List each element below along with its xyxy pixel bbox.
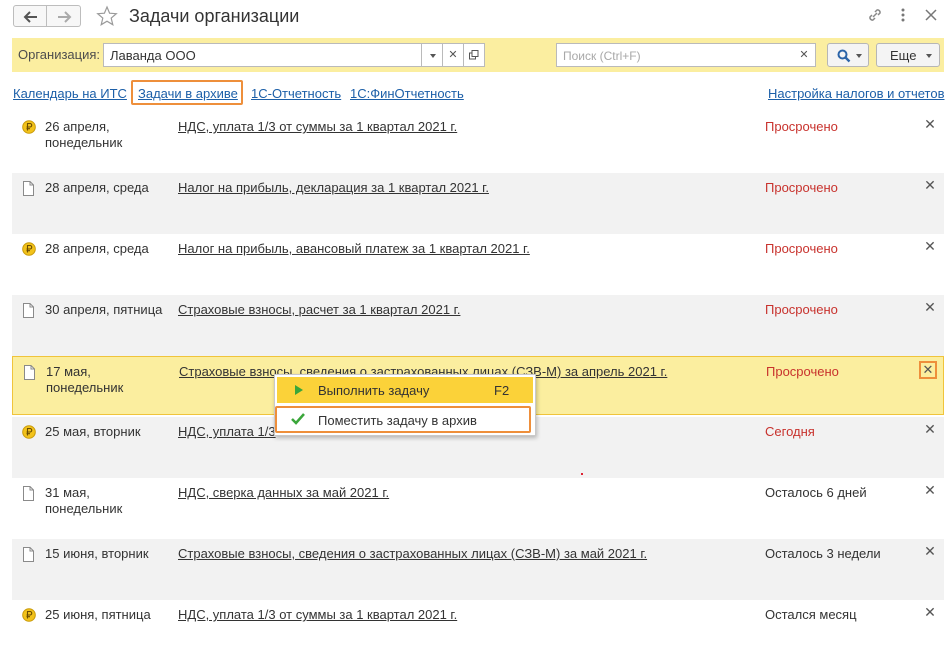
search-button[interactable] [827, 43, 869, 67]
document-icon [23, 365, 36, 383]
arrow-right-icon [58, 11, 72, 23]
more-button-label: Еще [890, 48, 917, 63]
calendar-its-link[interactable]: Календарь на ИТС [13, 86, 127, 101]
play-icon [295, 385, 303, 395]
task-row[interactable]: 15 июня, вторник Страховые взносы, сведен… [12, 539, 944, 600]
page-title: Задачи организации [129, 6, 300, 26]
task-status: Просрочено [766, 364, 839, 379]
task-status: Просрочено [765, 180, 838, 195]
task-link[interactable]: НДС, уплата 1/3 от суммы за 1 квартал 20… [178, 119, 457, 134]
document-icon [22, 486, 35, 504]
forward-button[interactable] [47, 5, 81, 27]
chevron-down-icon [856, 54, 862, 58]
more-menu-icon[interactable] [897, 6, 909, 24]
task-date: 31 мая, понедельник [45, 485, 123, 516]
task-row[interactable]: 28 апреля, среда Налог на прибыль, деклар… [12, 173, 944, 234]
task-link[interactable]: НДС, сверка данных за май 2021 г. [178, 485, 389, 500]
task-date: 25 мая, вторник [45, 424, 141, 439]
ruble-coin-icon [22, 120, 36, 137]
document-icon [22, 303, 35, 321]
archive-link-highlight [131, 80, 243, 105]
dismiss-task-icon[interactable]: ✕ [923, 544, 937, 559]
organization-label: Организация: [18, 47, 101, 62]
task-status: Просрочено [765, 119, 838, 134]
close-icon: ✕ [799, 49, 809, 61]
archive-menu-highlight [275, 406, 531, 433]
dismiss-task-icon[interactable]: ✕ [919, 361, 937, 379]
task-link[interactable]: НДС, уплата 1/3 [178, 424, 276, 439]
search-field[interactable] [556, 43, 816, 67]
execute-task-menu-item[interactable]: Выполнить задачу F2 [277, 377, 533, 403]
task-link[interactable]: Налог на прибыль, декларация за 1 кварта… [178, 180, 489, 195]
more-button[interactable]: Еще [876, 43, 940, 67]
chevron-down-icon [430, 54, 436, 58]
task-date: 30 апреля, пятница [45, 302, 163, 317]
task-date: 25 июня, пятница [45, 607, 151, 622]
task-row[interactable]: 31 мая, понедельник НДС, сверка данных за… [12, 478, 944, 539]
chevron-down-icon [926, 54, 932, 58]
dismiss-task-icon[interactable]: ✕ [923, 483, 937, 498]
arrow-left-icon [23, 11, 37, 23]
ruble-coin-icon [22, 425, 36, 442]
organization-clear-button[interactable]: ✕ [442, 43, 464, 67]
task-date: 17 мая, понедельник [46, 364, 124, 395]
task-status: Осталось 3 недели [765, 546, 881, 561]
open-form-icon [469, 50, 479, 60]
1c-fin-reporting-link[interactable]: 1С:ФинОтчетность [350, 86, 464, 101]
organization-dropdown-button[interactable] [421, 43, 443, 67]
dismiss-task-icon[interactable]: ✕ [923, 300, 937, 315]
document-icon [22, 547, 35, 565]
task-date: 28 апреля, среда [45, 180, 149, 195]
search-clear-button[interactable]: ✕ [793, 43, 816, 67]
search-icon [837, 49, 851, 63]
dismiss-task-icon[interactable]: ✕ [923, 422, 937, 437]
task-link[interactable]: Страховые взносы, расчет за 1 квартал 20… [178, 302, 460, 317]
dismiss-task-icon[interactable]: ✕ [923, 117, 937, 132]
search-input[interactable] [561, 47, 795, 65]
tax-settings-link[interactable]: Настройка налогов и отчетов [768, 86, 944, 101]
task-date: 15 июня, вторник [45, 546, 149, 561]
document-icon [22, 181, 35, 199]
task-status: Осталось 6 дней [765, 485, 867, 500]
dismiss-task-icon[interactable]: ✕ [923, 605, 937, 620]
task-row[interactable]: 30 апреля, пятница Страховые взносы, расч… [12, 295, 944, 356]
1c-reporting-link[interactable]: 1С-Отчетность [251, 86, 341, 101]
ruble-coin-icon [22, 608, 36, 625]
task-status: Просрочено [765, 302, 838, 317]
task-status: Остался месяц [765, 607, 857, 622]
favorite-star-icon[interactable] [96, 5, 118, 27]
filter-panel: Организация: Лаванда ООО ✕ ✕ Еще [12, 38, 944, 72]
task-date: 26 апреля, понедельник [45, 119, 123, 150]
ruble-coin-icon [22, 242, 36, 259]
execute-task-shortcut: F2 [494, 383, 510, 398]
task-date: 28 апреля, среда [45, 241, 149, 256]
task-row[interactable]: 28 апреля, среда Налог на прибыль, авансо… [12, 234, 944, 295]
back-button[interactable] [13, 5, 47, 27]
task-row[interactable]: 25 июня, пятница НДС, уплата 1/3 от суммы… [12, 600, 944, 661]
dismiss-task-icon[interactable]: ✕ [923, 239, 937, 254]
close-window-icon[interactable] [923, 6, 939, 24]
task-row[interactable]: 26 апреля, понедельник НДС, уплата 1/3 от… [12, 112, 944, 173]
task-link[interactable]: Налог на прибыль, авансовый платеж за 1 … [178, 241, 530, 256]
close-icon: ✕ [448, 49, 458, 61]
organization-open-button[interactable] [463, 43, 485, 67]
link-icon[interactable] [866, 6, 884, 24]
stray-dot [581, 473, 583, 475]
organization-field[interactable]: Лаванда ООО [103, 43, 422, 67]
task-link[interactable]: Страховые взносы, сведения о застрахован… [178, 546, 647, 561]
execute-task-label: Выполнить задачу [318, 383, 430, 398]
title-bar: Задачи организации [0, 0, 950, 34]
organization-value: Лаванда ООО [110, 48, 196, 63]
task-link[interactable]: НДС, уплата 1/3 от суммы за 1 квартал 20… [178, 607, 457, 622]
task-status: Сегодня [765, 424, 815, 439]
dismiss-task-icon[interactable]: ✕ [923, 178, 937, 193]
task-status: Просрочено [765, 241, 838, 256]
